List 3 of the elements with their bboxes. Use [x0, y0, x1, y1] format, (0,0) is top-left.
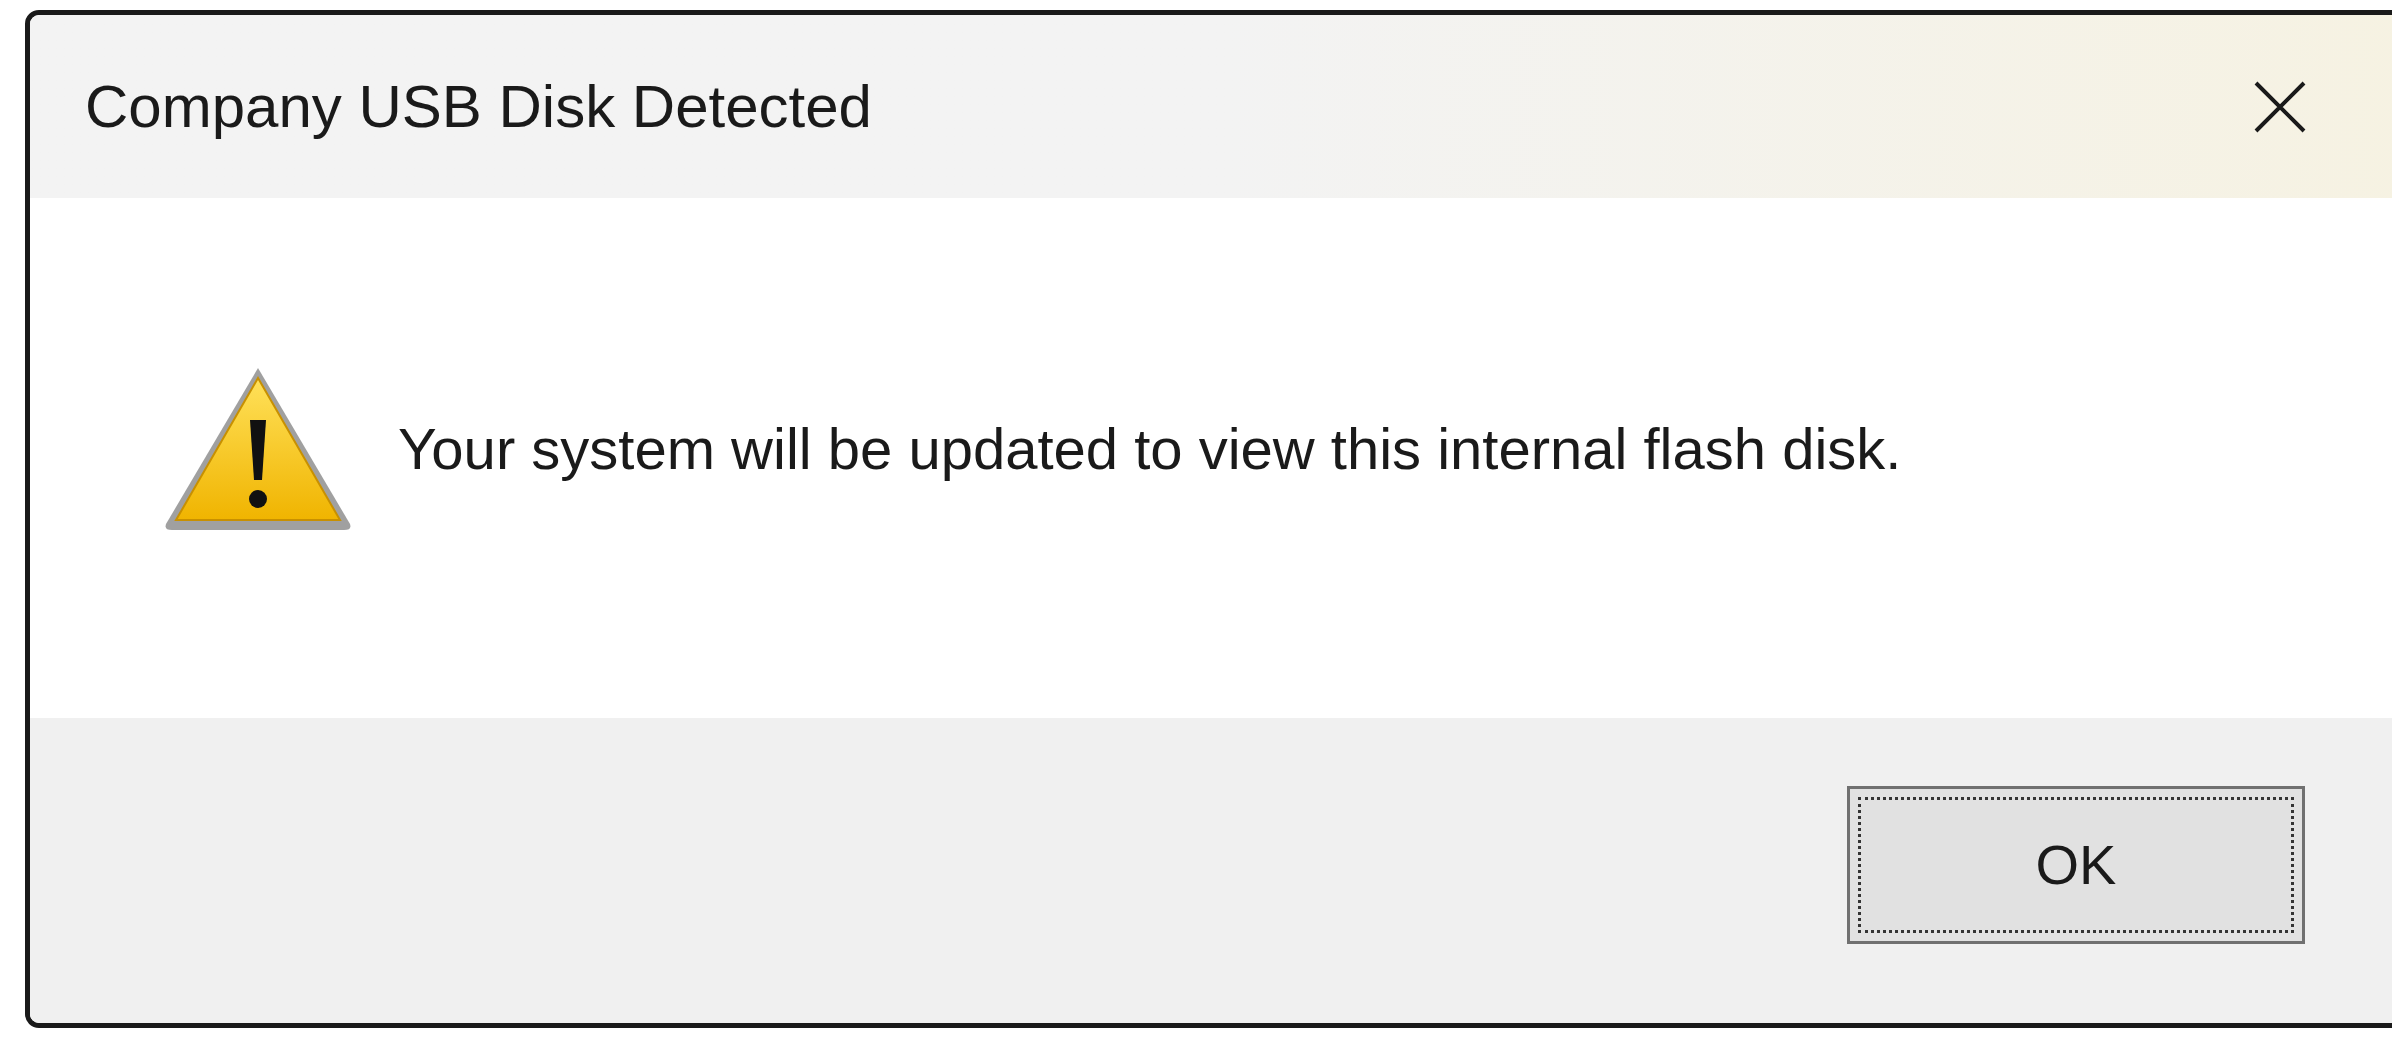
message-text: Your system will be updated to view this internal flash disk. — [398, 414, 1902, 483]
ok-button[interactable]: OK — [1847, 786, 2305, 944]
window-title: Company USB Disk Detected — [85, 71, 873, 142]
